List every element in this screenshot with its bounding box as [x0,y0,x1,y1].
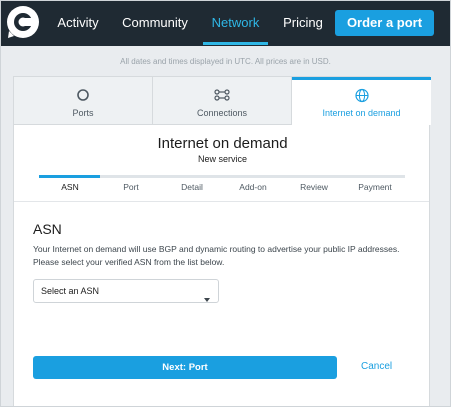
tab-connections[interactable]: Connections [153,77,292,125]
tab-label: Connections [196,108,248,118]
caret-down-icon [204,289,210,307]
order-port-button[interactable]: Order a port [335,10,434,36]
step-label: Review [300,182,328,192]
connections-icon [214,88,230,104]
asn-select[interactable]: Select an ASN [33,279,219,303]
tab-label: Internet on demand [322,108,401,118]
navbar: Activity Community Network Pricing Order… [0,0,451,46]
nav-link-activity[interactable]: Activity [52,0,104,46]
step-bar [100,175,161,178]
step-review[interactable]: Review [283,175,345,195]
tab-ports[interactable]: Ports [14,77,153,125]
section-title: ASN [33,221,62,237]
nav-link-pricing[interactable]: Pricing [280,0,326,46]
step-bar [283,175,344,178]
page-subtitle: New service [197,154,247,164]
step-add-on[interactable]: Add-on [222,175,284,195]
step-asn[interactable]: ASN [39,175,101,195]
step-bar [344,175,405,178]
step-bar [161,175,222,178]
tab-internet-on-demand[interactable]: Internet on demand [292,77,431,125]
step-detail[interactable]: Detail [161,175,223,195]
asn-select-value: Select an ASN [41,286,100,296]
step-label: Detail [181,182,203,192]
step-label: Add-on [239,182,267,192]
step-bar [39,175,100,178]
step-payment[interactable]: Payment [344,175,406,195]
nav-active-indicator [203,42,268,45]
circle-icon [76,88,90,104]
cancel-link[interactable]: Cancel [361,361,392,372]
step-label: Port [123,182,139,192]
nav-link-network[interactable]: Network [203,0,268,46]
progress-stepper: ASN Port Detail Add-on Review Payment [39,175,406,195]
step-label: ASN [61,182,79,192]
nav-link-community[interactable]: Community [120,0,190,46]
service-tabs: Ports Connections Internet on demand [14,77,431,125]
section-description: Your Internet on demand will use BGP and… [33,244,400,267]
next-port-button[interactable]: Next: Port [33,356,337,379]
tab-label: Ports [72,108,94,118]
utc-notice: All dates and times displayed in UTC. Al… [120,57,331,66]
step-bar [222,175,283,178]
step-port[interactable]: Port [100,175,162,195]
page-title: Internet on demand [157,135,288,152]
step-label: Payment [358,182,392,192]
section-divider [14,201,429,202]
service-card: Ports Connections Internet on demand Int… [13,76,431,407]
globe-icon [354,88,369,105]
brand-logo-icon[interactable] [6,5,40,39]
